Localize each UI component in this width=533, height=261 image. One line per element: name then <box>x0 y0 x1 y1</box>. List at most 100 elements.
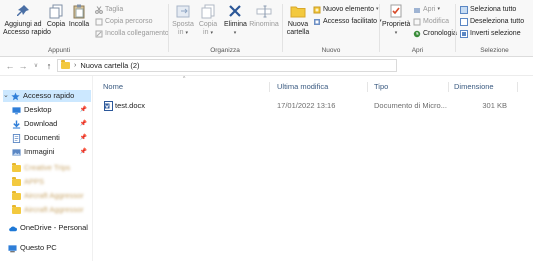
nav-label-downloads: Download <box>24 119 58 128</box>
select-all-button[interactable]: Seleziona tutto <box>460 5 516 14</box>
up-arrow-icon[interactable]: ↑ <box>44 60 54 72</box>
new-folder-button[interactable]: Nuova cartella <box>285 3 311 36</box>
file-type: Documento di Micro... <box>374 101 447 110</box>
nav-item-downloads[interactable]: Download 📌 <box>12 118 91 130</box>
column-header-type[interactable]: Tipo <box>374 82 388 91</box>
nav-label-onedrive: OneDrive - Personal <box>20 223 88 232</box>
nav-label-pictures: Immagini <box>24 147 55 156</box>
nav-item-documents[interactable]: Documenti 📌 <box>12 132 91 144</box>
pin-quick-access-button[interactable]: Aggiungi ad Accesso rapido <box>3 3 51 36</box>
history-button[interactable]: Cronologia <box>413 29 457 38</box>
table-row[interactable]: test.docx 17/01/2022 13:16 Documento di … <box>98 100 518 112</box>
column-header-modified[interactable]: Ultima modifica <box>277 82 328 91</box>
back-arrow-icon[interactable]: ← <box>5 60 15 72</box>
easy-access-button[interactable]: Accesso facilitato ▾ <box>313 17 382 26</box>
paste-shortcut-icon <box>95 30 103 38</box>
computer-icon <box>8 244 17 252</box>
sort-caret-icon[interactable]: ^ <box>183 76 185 82</box>
new-folder-icon <box>290 6 306 18</box>
pin-label-2: Accesso rapido <box>3 28 51 36</box>
paste-shortcut-label: Incolla collegamento <box>105 30 169 37</box>
move-to-button[interactable]: Sposta in ▾ <box>171 3 195 37</box>
star-icon <box>11 91 20 100</box>
nav-item-blurred-folder[interactable]: Creative Trips <box>12 162 91 174</box>
folder-icon <box>12 162 21 172</box>
breadcrumb-current-folder[interactable]: Nuova cartella (2) <box>80 61 139 70</box>
open-button[interactable]: Apri ▾ <box>413 5 440 14</box>
history-icon <box>413 30 421 38</box>
new-item-button[interactable]: Nuovo elemento ▾ <box>313 5 379 14</box>
nav-item-onedrive[interactable]: OneDrive - Personal <box>8 222 91 234</box>
forward-arrow-icon[interactable]: → <box>18 60 28 72</box>
nav-item-quick-access[interactable]: ⌄ Accesso rapido <box>3 90 91 102</box>
paste-button[interactable]: Incolla <box>68 3 90 29</box>
move-to-label-2: in <box>178 28 184 36</box>
paste-shortcut-button[interactable]: Incolla collegamento <box>95 29 169 38</box>
select-all-icon <box>460 5 468 14</box>
nav-label-blurred: Aircraft Aggressor <box>24 191 84 200</box>
nav-label-blurred: Creative Trips <box>24 163 71 172</box>
cut-label: Taglia <box>105 6 124 13</box>
rename-button[interactable]: Rinomina <box>249 3 279 29</box>
properties-label: Proprietà <box>382 21 411 28</box>
column-divider[interactable] <box>448 82 449 92</box>
nav-item-blurred-folder[interactable]: APPS <box>12 176 91 188</box>
pin-icon[interactable]: 📌 <box>80 146 87 158</box>
nav-label-blurred: APPS <box>24 177 45 186</box>
select-group: Seleziona tutto Deseleziona tutto Invert… <box>456 0 533 56</box>
pin-icon[interactable]: 📌 <box>80 118 87 130</box>
file-name[interactable]: test.docx <box>115 100 145 112</box>
easy-access-icon <box>313 18 321 26</box>
clipboard-icon <box>73 4 85 19</box>
pin-label-1: Aggiungi ad <box>4 21 42 28</box>
breadcrumb-chevron-icon[interactable]: › <box>74 62 76 69</box>
address-bar[interactable]: › Nuova cartella (2) <box>57 59 397 72</box>
properties-button[interactable]: Proprietà ▾ <box>382 3 410 37</box>
clipboard-group-label: Appunti <box>47 47 71 54</box>
chevron-down-icon[interactable]: ⌄ <box>3 90 9 102</box>
pin-icon[interactable]: 📌 <box>80 104 87 116</box>
chevron-down-icon: ▾ <box>233 29 237 36</box>
column-header-size[interactable]: Dimensione <box>454 82 494 91</box>
nav-label-this-pc: Questo PC <box>20 243 57 252</box>
pin-icon[interactable]: 📌 <box>80 132 87 144</box>
copy-to-icon <box>201 4 215 19</box>
folder-icon <box>12 204 21 214</box>
copy-path-label: Copia percorso <box>105 18 153 25</box>
copy-icon <box>49 4 63 19</box>
nav-item-blurred-folder[interactable]: Aircraft Aggressor <box>12 204 91 216</box>
open-label: Apri <box>423 6 436 13</box>
file-size: 301 KB <box>482 101 507 110</box>
nav-item-desktop[interactable]: Desktop 📌 <box>12 104 91 116</box>
invert-selection-button[interactable]: Inverti selezione <box>460 29 521 38</box>
delete-button[interactable]: Elimina ▾ <box>224 3 247 37</box>
rename-icon <box>256 5 272 18</box>
organize-group-label: Organizza <box>210 47 240 54</box>
recent-locations-chevron-icon[interactable]: ∨ <box>31 60 41 72</box>
download-arrow-icon <box>12 119 21 129</box>
copy-path-button[interactable]: Copia percorso <box>95 17 152 26</box>
nav-item-this-pc[interactable]: Questo PC <box>8 242 91 254</box>
new-folder-label-1: Nuova <box>287 21 309 28</box>
column-divider[interactable] <box>517 82 518 92</box>
column-divider[interactable] <box>367 82 368 92</box>
move-to-label-1: Sposta <box>172 21 194 28</box>
properties-icon <box>390 4 402 18</box>
copy-to-button[interactable]: Copia in ▾ <box>196 3 220 37</box>
nav-item-pictures[interactable]: Immagini 📌 <box>12 146 91 158</box>
column-header-name[interactable]: Nome <box>103 82 123 91</box>
chevron-down-icon: ▾ <box>394 29 398 36</box>
nav-item-blurred-folder[interactable]: Aircraft Aggressor <box>12 190 91 202</box>
open-group: Proprietà ▾ Apri ▾ Modifica Cronologia A… <box>380 0 457 56</box>
copy-button[interactable]: Copia <box>45 3 67 29</box>
new-group: Nuova cartella Nuovo elemento ▾ Accesso … <box>283 0 382 56</box>
cut-button[interactable]: Taglia <box>95 5 123 14</box>
column-divider[interactable] <box>269 82 270 92</box>
easy-access-label: Accesso facilitato <box>323 18 378 25</box>
select-none-button[interactable]: Deseleziona tutto <box>460 17 524 26</box>
edit-button[interactable]: Modifica <box>413 17 449 26</box>
new-group-label: Nuovo <box>321 47 341 54</box>
history-label: Cronologia <box>423 30 457 37</box>
folder-icon <box>61 60 70 69</box>
picture-icon <box>12 148 21 156</box>
